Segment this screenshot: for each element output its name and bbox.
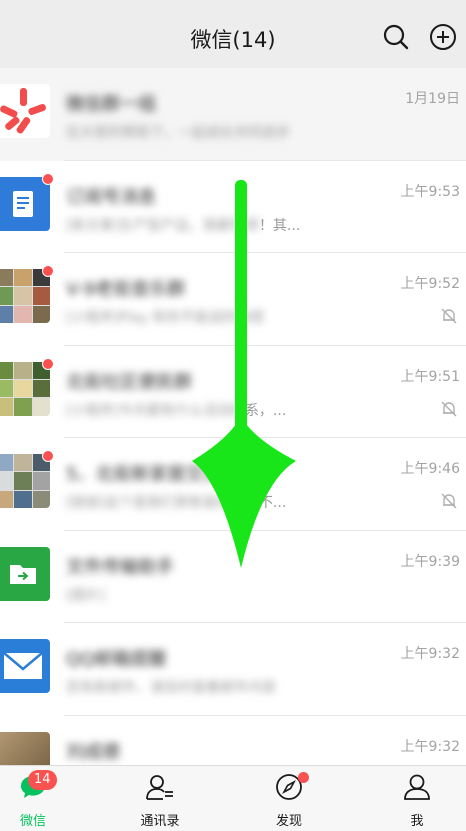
mute-bell-icon — [441, 401, 457, 416]
chat-row[interactable]: 微信群一组 在大家的帮助下，一起成长共同进步 1月19日 — [0, 68, 466, 161]
chat-time: 上午9:51 — [400, 368, 460, 385]
chat-preview: 在大家的帮助下，一起成长共同进步 — [66, 125, 290, 141]
chat-time: 上午9:32 — [400, 738, 460, 755]
tab-chats[interactable]: 14 微信 — [0, 766, 78, 831]
chat-title: 文件传输助手 — [66, 556, 174, 578]
tab-contacts[interactable]: 通讯录 — [115, 766, 205, 831]
avatar — [0, 176, 50, 231]
chat-preview: [新文章]生产型产品，我都觉得！其... — [66, 217, 301, 234]
chat-preview: 您有新邮件，请及时查看邮件内容 — [66, 680, 276, 696]
avatar — [0, 84, 50, 138]
chat-preview: [小程序]Play 和你不能说的秘密 — [66, 310, 265, 326]
chat-title: QQ邮箱提醒 — [66, 649, 167, 670]
chat-time: 上午9:52 — [400, 276, 460, 292]
mute-bell-icon — [441, 493, 457, 509]
chat-title: V-9老街音乐群 — [66, 279, 186, 300]
search-icon[interactable] — [381, 22, 411, 52]
group-avatar — [0, 454, 50, 508]
chat-time: 上午9:39 — [400, 553, 460, 570]
contacts-icon — [146, 775, 173, 800]
chat-title: 订阅号消息 — [66, 186, 156, 208]
avatar — [0, 546, 50, 601]
chat-title: 刘成德 — [66, 741, 120, 763]
avatar — [0, 731, 50, 765]
chat-row[interactable]: QQ邮箱提醒 您有新邮件，请及时查看邮件内容 上午9:32 — [0, 623, 466, 716]
chat-title: 5、北街新家居交流群 — [66, 464, 240, 485]
avatar — [0, 639, 50, 693]
unread-dot — [42, 265, 54, 277]
mute-bell-icon — [441, 308, 457, 324]
folder-transfer-icon — [10, 564, 36, 584]
unread-dot — [42, 450, 54, 462]
chat-preview: [小程序]今天都有什么活动好系，... — [66, 402, 287, 419]
unread-dot — [42, 172, 54, 185]
chat-row[interactable]: 5、北街新家居交流群 [链接]这个是我们家新装修的都不... 上午9:46 — [0, 438, 466, 531]
bottom-tab-bar: 14 微信 通讯录 发现 我 — [0, 765, 466, 831]
tab-label: 微信 — [19, 814, 46, 829]
unread-dot — [42, 357, 54, 370]
chat-time: 1月19日 — [405, 91, 460, 107]
chat-preview: [图片] — [66, 587, 105, 604]
unread-count-badge: 14 — [28, 770, 57, 790]
top-bar: 微信(14) — [0, 0, 466, 72]
tab-me[interactable]: 我 — [372, 766, 462, 831]
tab-label: 发现 — [275, 814, 302, 829]
envelope-icon — [3, 652, 43, 679]
chat-row[interactable]: 刘成德 上午9:32 — [0, 715, 466, 765]
chat-time: 上午9:46 — [400, 461, 460, 477]
chat-title: 北街社区便民群 — [66, 371, 192, 393]
chat-preview: [链接]这个是我们家新装修的都不... — [66, 495, 287, 511]
chat-row[interactable]: 北街社区便民群 [小程序]今天都有什么活动好系，... 上午9:51 — [0, 345, 466, 438]
document-icon — [13, 190, 33, 217]
pinwheel-logo-icon — [0, 88, 46, 134]
tab-discover[interactable]: 发现 — [244, 766, 334, 831]
group-avatar — [0, 269, 50, 323]
new-moment-dot — [298, 772, 309, 783]
tab-label: 我 — [410, 814, 424, 829]
person-icon — [404, 774, 430, 800]
chat-title: 微信群一组 — [66, 94, 156, 115]
chat-time: 上午9:53 — [400, 183, 460, 200]
chat-list[interactable]: 微信群一组 在大家的帮助下，一起成长共同进步 1月19日 订阅号消息 [新文章]… — [0, 68, 466, 765]
add-circle-icon[interactable] — [428, 22, 458, 52]
group-avatar — [0, 361, 50, 416]
chat-row[interactable]: V-9老街音乐群 [小程序]Play 和你不能说的秘密 上午9:52 — [0, 253, 466, 346]
chat-row[interactable]: 订阅号消息 [新文章]生产型产品，我都觉得！其... 上午9:53 — [0, 160, 466, 253]
chat-row[interactable]: 文件传输助手 [图片] 上午9:39 — [0, 530, 466, 623]
tab-label: 通讯录 — [140, 814, 180, 829]
chat-time: 上午9:32 — [400, 646, 460, 662]
